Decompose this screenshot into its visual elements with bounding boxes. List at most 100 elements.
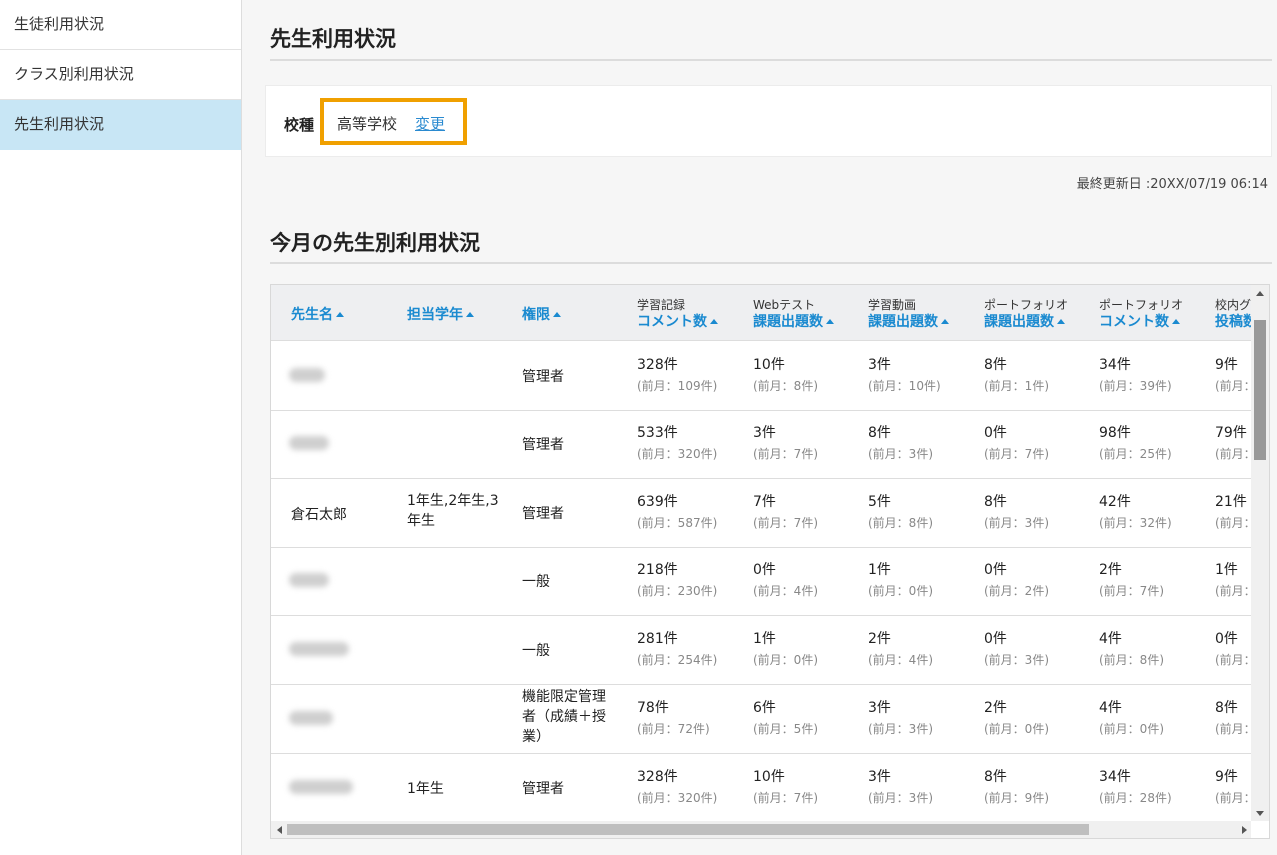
stat-previous-month: (前月：0件) <box>753 653 818 667</box>
stat-value: 10件 <box>753 769 785 785</box>
sort-arrow-icon <box>710 319 718 324</box>
sidebar-item-student-usage[interactable]: 生徒利用状況 <box>0 0 241 50</box>
table-row: 管理者 328件 (前月：109件) 10件 (前月：8件) 3件 (前月：10件) 8件 (前… <box>271 342 1256 411</box>
scroll-right-icon[interactable] <box>1242 826 1247 834</box>
stat-value: 0件 <box>984 562 1007 578</box>
col-header-label[interactable]: 課題出題数 <box>753 311 834 331</box>
teacher-grade: 1年生,2年生,3年生 <box>407 493 499 529</box>
stat-value: 4件 <box>1099 631 1122 647</box>
stat-value: 8件 <box>868 425 891 441</box>
vertical-scroll-thumb[interactable] <box>1254 320 1266 460</box>
stat-value: 7件 <box>753 494 776 510</box>
stat-value: 3件 <box>753 425 776 441</box>
redacted-teacher-name <box>289 711 333 725</box>
stat-previous-month: (前月：3件) <box>984 653 1049 667</box>
teacher-role: 管理者 <box>522 506 564 522</box>
stat-value: 2件 <box>1099 562 1122 578</box>
stat-previous-month: (前月： <box>1215 722 1256 736</box>
stat-previous-month: (前月：4件) <box>753 584 818 598</box>
horizontal-scrollbar[interactable] <box>271 821 1253 838</box>
teacher-name: 倉石太郎 <box>291 507 347 523</box>
table-row: 倉石太郎 1年生,2年生,3年生 管理者 639件 (前月：587件) 7件 (前月：7件)… <box>271 479 1256 548</box>
stat-value: 6件 <box>753 700 776 716</box>
stat-previous-month: (前月：8件) <box>1099 653 1164 667</box>
stat-previous-month: (前月：109件) <box>637 379 718 393</box>
stat-previous-month: (前月：3件) <box>868 722 933 736</box>
last-updated: 最終更新日 :20XX/07/19 06:14 <box>1076 177 1268 192</box>
sidebar-item-class-usage[interactable]: クラス別利用状況 <box>0 50 241 100</box>
table-header: 先生名 担当学年 権限 学習記録 コメント数 Webテスト 課題出題数 学習動画… <box>271 285 1257 341</box>
table-row: 1年生 管理者 328件 (前月：320件) 10件 (前月：7件) 3件 (前月：3件) 8件… <box>271 754 1256 823</box>
sort-arrow-icon <box>941 319 949 324</box>
redacted-teacher-name <box>289 573 329 587</box>
sort-arrow-icon <box>466 312 474 317</box>
redacted-teacher-name <box>289 642 349 656</box>
stat-value: 533件 <box>637 425 678 441</box>
scroll-up-icon[interactable] <box>1256 291 1264 296</box>
stat-value: 8件 <box>984 769 1007 785</box>
stat-previous-month: (前月：32件) <box>1099 516 1172 530</box>
stat-value: 4件 <box>1099 700 1122 716</box>
sort-arrow-icon <box>553 312 561 317</box>
redacted-teacher-name <box>289 368 325 382</box>
scroll-left-icon[interactable] <box>277 826 282 834</box>
stat-previous-month: (前月： <box>1215 791 1256 805</box>
vertical-scrollbar[interactable] <box>1251 285 1269 823</box>
stat-value: 1件 <box>753 631 776 647</box>
stat-value: 42件 <box>1099 494 1131 510</box>
stat-previous-month: (前月：230件) <box>637 584 718 598</box>
teacher-role: 一般 <box>522 643 550 659</box>
stat-value: 0件 <box>984 425 1007 441</box>
stat-previous-month: (前月：320件) <box>637 447 718 461</box>
stat-previous-month: (前月：3件) <box>984 516 1049 530</box>
stat-value: 34件 <box>1099 357 1131 373</box>
col-header-label[interactable]: 課題出題数 <box>868 311 949 331</box>
col-header-label[interactable]: コメント数 <box>1099 311 1180 331</box>
teacher-role: 管理者 <box>522 781 564 797</box>
stat-value: 2件 <box>984 700 1007 716</box>
stat-previous-month: (前月：2件) <box>984 584 1049 598</box>
stat-value: 98件 <box>1099 425 1131 441</box>
sidebar-item-teacher-usage[interactable]: 先生利用状況 <box>0 100 241 150</box>
stat-previous-month: (前月：72件) <box>637 722 710 736</box>
stat-previous-month: (前月：10件) <box>868 379 941 393</box>
stat-previous-month: (前月：7件) <box>1099 584 1164 598</box>
teacher-usage-table: 先生名 担当学年 権限 学習記録 コメント数 Webテスト 課題出題数 学習動画… <box>270 284 1270 839</box>
filter-highlight-box: 高等学校 変更 <box>320 98 467 145</box>
filter-label: 校種 <box>284 116 315 134</box>
stat-previous-month: (前月：7件) <box>753 447 818 461</box>
col-header-label[interactable]: コメント数 <box>637 311 718 331</box>
col-header-label[interactable]: 権限 <box>522 304 561 324</box>
col-header-label[interactable]: 先生名 <box>291 304 344 324</box>
teacher-role: 一般 <box>522 574 550 590</box>
col-header-label[interactable]: 課題出題数 <box>984 311 1065 331</box>
stat-previous-month: (前月：7件) <box>753 516 818 530</box>
stat-value: 79件 <box>1215 425 1247 441</box>
stat-previous-month: (前月： <box>1215 516 1256 530</box>
stat-value: 218件 <box>637 562 678 578</box>
stat-value: 0件 <box>984 631 1007 647</box>
teacher-role: 機能限定管理者（成績＋授業） <box>522 689 606 745</box>
stat-previous-month: (前月：7件) <box>753 791 818 805</box>
stat-value: 0件 <box>753 562 776 578</box>
scroll-down-icon[interactable] <box>1256 811 1264 816</box>
stat-value: 34件 <box>1099 769 1131 785</box>
main-content: 先生利用状況 校種 高等学校 変更 最終更新日 :20XX/07/19 06:1… <box>242 0 1277 855</box>
stat-value: 10件 <box>753 357 785 373</box>
stat-previous-month: (前月：39件) <box>1099 379 1172 393</box>
stat-value: 3件 <box>868 700 891 716</box>
col-header-label[interactable]: 担当学年 <box>407 304 474 324</box>
change-link[interactable]: 変更 <box>415 113 445 134</box>
stat-value: 1件 <box>868 562 891 578</box>
stat-previous-month: (前月：254件) <box>637 653 718 667</box>
stat-previous-month: (前月：587件) <box>637 516 718 530</box>
teacher-role: 管理者 <box>522 437 564 453</box>
stat-previous-month: (前月：0件) <box>1099 722 1164 736</box>
stat-previous-month: (前月：8件) <box>868 516 933 530</box>
stat-value: 3件 <box>868 769 891 785</box>
stat-value: 9件 <box>1215 769 1238 785</box>
sort-arrow-icon <box>1057 319 1065 324</box>
horizontal-scroll-thumb[interactable] <box>287 824 1089 835</box>
filter-value: 高等学校 <box>337 115 398 133</box>
sort-arrow-icon <box>336 312 344 317</box>
